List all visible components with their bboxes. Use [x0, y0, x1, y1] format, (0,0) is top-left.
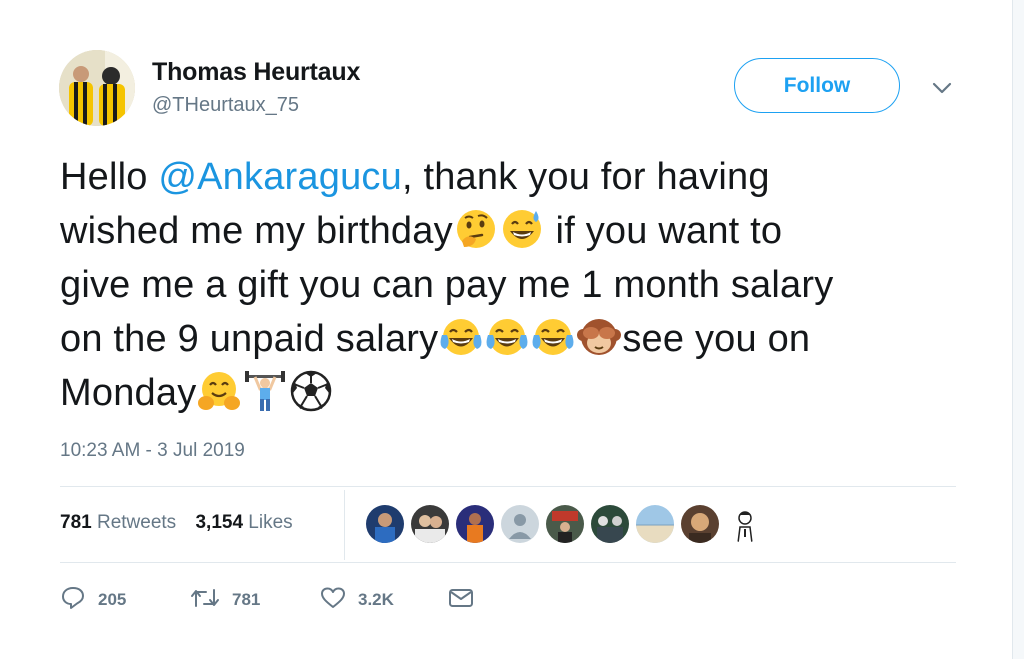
page-edge: [1013, 0, 1024, 659]
tears-of-joy-icon: [439, 315, 483, 359]
liker-avatar[interactable]: [591, 505, 629, 543]
tweet-line: Monday: [60, 366, 980, 420]
see-no-evil-monkey-icon: [577, 315, 622, 359]
liker-avatar[interactable]: [411, 505, 449, 543]
chevron-down-icon[interactable]: [930, 78, 954, 98]
tweet-text-segment: Monday: [60, 372, 197, 414]
liker-avatar[interactable]: [501, 505, 539, 543]
retweet-icon: [190, 586, 232, 615]
liker-avatar[interactable]: [636, 505, 674, 543]
mention-link[interactable]: @Ankaragucu: [158, 156, 402, 198]
grinning-sweat-icon: [500, 207, 544, 251]
heart-icon: [320, 586, 358, 615]
liker-avatar[interactable]: [366, 505, 404, 543]
weightlifter-icon: [243, 369, 287, 413]
retweet-count: 781: [232, 590, 261, 609]
reply-count: 205: [98, 590, 127, 609]
tweet-line: give me a gift you can pay me 1 month sa…: [60, 258, 980, 312]
tweet-text: Hello @Ankaragucu, thank you for having …: [60, 150, 980, 420]
liker-avatar[interactable]: [681, 505, 719, 543]
liker-avatar[interactable]: [456, 505, 494, 543]
retweet-button[interactable]: 781: [190, 584, 260, 616]
reply-icon: [60, 585, 98, 616]
retweets-count: 781: [60, 512, 92, 533]
engagement-stats: 781 Retweets 3,154 Likes: [60, 512, 307, 534]
liker-avatar[interactable]: [546, 505, 584, 543]
divider: [60, 486, 956, 487]
tweet-text-segment: , thank you for having: [401, 156, 770, 198]
divider: [60, 562, 956, 563]
tweet-text-segment: on the 9 unpaid salary: [60, 318, 439, 360]
likes-label: Likes: [248, 512, 293, 533]
tweet-line: on the 9 unpaid salary see you on: [60, 312, 980, 366]
author-avatar[interactable]: [59, 50, 135, 126]
like-count: 3.2K: [358, 590, 394, 609]
tweet-text-segment: see you on: [622, 318, 811, 360]
tweet-text-segment: wished me my birthday: [60, 210, 453, 252]
tweet-text-segment: if you want to: [544, 210, 783, 252]
tweet-card: Thomas Heurtaux @THeurtaux_75 Follow Hel…: [0, 0, 1013, 659]
soccer-ball-icon: [289, 369, 333, 413]
likes-count: 3,154: [195, 512, 244, 533]
tears-of-joy-icon: [485, 315, 529, 359]
hugging-face-icon: [197, 369, 241, 413]
direct-message-button[interactable]: [448, 584, 486, 616]
stats-separator: [344, 490, 345, 560]
liker-avatar[interactable]: [726, 505, 764, 543]
follow-button[interactable]: Follow: [734, 58, 900, 113]
reply-button[interactable]: 205: [60, 584, 126, 616]
retweets-stat[interactable]: 781 Retweets: [60, 512, 176, 533]
author-name[interactable]: Thomas Heurtaux: [152, 58, 360, 87]
retweets-label: Retweets: [96, 512, 177, 533]
envelope-icon: [448, 587, 486, 614]
tears-of-joy-icon: [531, 315, 575, 359]
likes-stat[interactable]: 3,154 Likes: [195, 512, 292, 533]
thinking-face-icon: [454, 207, 498, 251]
like-button[interactable]: 3.2K: [320, 584, 394, 616]
tweet-line: wished me my birthday if you want to: [60, 204, 980, 258]
author-handle[interactable]: @THeurtaux_75: [152, 94, 299, 117]
tweet-timestamp[interactable]: 10:23 AM - 3 Jul 2019: [60, 440, 245, 462]
tweet-line: Hello @Ankaragucu, thank you for having: [60, 150, 980, 204]
tweet-text-segment: Hello: [60, 156, 159, 198]
tweet-text-segment: give me a gift you can pay me 1 month sa…: [60, 264, 834, 306]
